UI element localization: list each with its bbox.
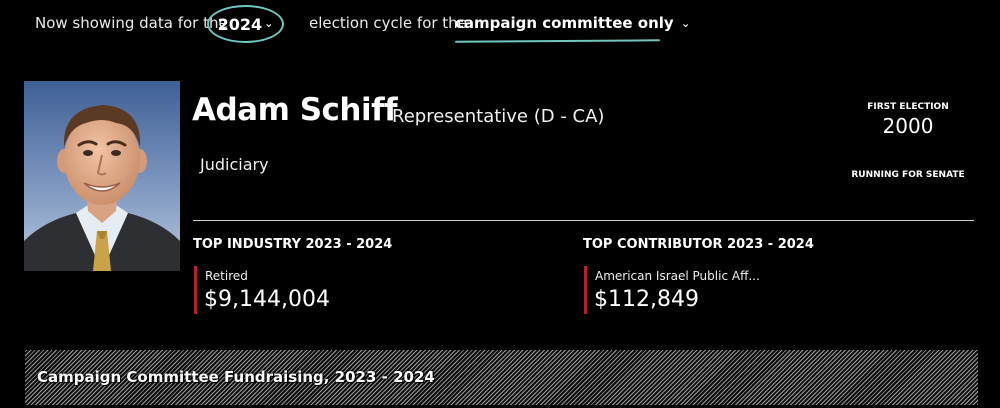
member-role: Representative (D - CA) [392, 106, 605, 127]
portrait-photo [24, 81, 180, 271]
committee-filter-value: campaign committee only [455, 14, 674, 32]
section-divider [193, 220, 974, 221]
top-industry-accent-bar [194, 266, 197, 314]
chevron-down-icon: ⌄ [680, 17, 691, 30]
first-election-label: FIRST ELECTION [867, 102, 949, 112]
committee-filter-dropdown[interactable]: campaign committee only ⌄ [455, 14, 690, 32]
running-status: RUNNING FOR SENATE [851, 170, 965, 180]
year-value: 2024 [217, 14, 263, 34]
cycle-middle-text: election cycle for the [309, 14, 467, 32]
top-industry-amount: $9,144,004 [204, 287, 330, 312]
top-industry-title: TOP INDUSTRY 2023 - 2024 [193, 237, 393, 252]
cycle-prefix-text: Now showing data for the [35, 14, 228, 32]
committee-filter-underline [454, 39, 661, 43]
chevron-down-icon: ⌄ [264, 16, 274, 30]
fundraising-section-title: Campaign Committee Fundraising, 2023 - 2… [37, 368, 435, 386]
top-contributor-title: TOP CONTRIBUTOR 2023 - 2024 [583, 237, 814, 252]
top-industry-name: Retired [205, 269, 248, 283]
member-committee: Judiciary [200, 155, 269, 174]
member-name: Adam Schiff [192, 92, 398, 128]
year-dropdown[interactable]: 2024 ⌄ [207, 5, 284, 43]
top-contributor-amount: $112,849 [594, 287, 699, 312]
top-contributor-accent-bar [584, 266, 587, 314]
first-election-year: 2000 [882, 114, 934, 138]
top-contributor-name[interactable]: American Israel Public Aff... [595, 269, 760, 283]
